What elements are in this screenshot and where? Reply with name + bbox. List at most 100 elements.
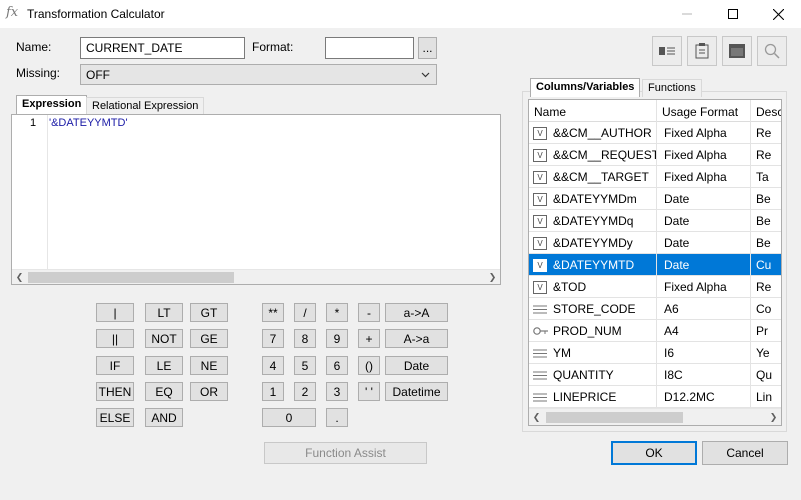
- scroll-right-icon[interactable]: ❯: [485, 270, 500, 285]
- editor-scroll-thumb[interactable]: [28, 272, 234, 283]
- key-minus[interactable]: -: [358, 303, 380, 322]
- clipboard-button[interactable]: [687, 36, 717, 66]
- scroll-left-icon[interactable]: ❮: [529, 410, 544, 425]
- maximize-button[interactable]: [710, 0, 756, 28]
- format-field[interactable]: [325, 37, 414, 59]
- key-6[interactable]: 6: [326, 356, 348, 375]
- key-decimal[interactable]: .: [326, 408, 348, 427]
- col-desc-header[interactable]: Descr: [751, 100, 781, 122]
- minimize-button[interactable]: [664, 0, 710, 28]
- function-assist-button[interactable]: Function Assist: [264, 442, 427, 464]
- table-row[interactable]: PROD_NUM A4 Pr: [529, 320, 781, 342]
- table-row[interactable]: V &&CM__AUTHOR Fixed Alpha Re: [529, 122, 781, 144]
- key-lt[interactable]: LT: [145, 303, 183, 322]
- key-bar[interactable]: |: [96, 303, 134, 322]
- col-usage-header[interactable]: Usage Format: [657, 100, 751, 122]
- col-name-header[interactable]: Name: [529, 100, 657, 122]
- columns-grid[interactable]: Name Usage Format Descr V&&CM__AUTHORFix…: [528, 99, 782, 426]
- key-gt[interactable]: GT: [190, 303, 228, 322]
- key-plus[interactable]: +: [358, 329, 380, 348]
- scroll-right-icon[interactable]: ❯: [766, 410, 781, 425]
- grid-horizontal-scrollbar[interactable]: ❮ ❯: [529, 408, 781, 425]
- table-row[interactable]: V &DATEYYMDy Date Be: [529, 232, 781, 254]
- table-row[interactable]: STORE_CODE A6 Co: [529, 298, 781, 320]
- key-double-bar[interactable]: ||: [96, 329, 134, 348]
- key-then[interactable]: THEN: [96, 382, 134, 401]
- key-quotes[interactable]: ' ': [358, 382, 380, 401]
- key-not[interactable]: NOT: [145, 329, 183, 348]
- minimize-icon: [682, 13, 692, 15]
- ok-button[interactable]: OK: [611, 441, 697, 465]
- row-usage-format: I6: [657, 342, 751, 364]
- key-or[interactable]: OR: [190, 382, 228, 401]
- key-9[interactable]: 9: [326, 329, 348, 348]
- key-divide[interactable]: /: [294, 303, 316, 322]
- row-name: &&CM__AUTHOR: [553, 126, 652, 140]
- row-name: LINEPRICE: [553, 390, 617, 404]
- row-name-cell: V &DATEYYMDq: [529, 210, 657, 232]
- name-field[interactable]: CURRENT_DATE: [80, 37, 245, 59]
- expression-editor[interactable]: 1 '&DATEYYMTD' ❮ ❯: [11, 114, 501, 285]
- grid-scroll-thumb[interactable]: [546, 412, 683, 423]
- key-ge[interactable]: GE: [190, 329, 228, 348]
- name-label: Name:: [16, 40, 52, 54]
- key-3[interactable]: 3: [326, 382, 348, 401]
- close-button[interactable]: [755, 0, 801, 28]
- key-4[interactable]: 4: [262, 356, 284, 375]
- key-upper[interactable]: a->A: [385, 303, 448, 322]
- row-name: QUANTITY: [553, 368, 614, 382]
- key-power[interactable]: **: [262, 303, 284, 322]
- key-datetime[interactable]: Datetime: [385, 382, 448, 401]
- table-row[interactable]: V &TOD Fixed Alpha Re: [529, 276, 781, 298]
- format-label: Format:: [252, 40, 294, 54]
- row-name-cell: V &&CM__REQUEST: [529, 144, 657, 166]
- key-2[interactable]: 2: [294, 382, 316, 401]
- key-parens[interactable]: (): [358, 356, 380, 375]
- row-name-cell: V &DATEYYMDm: [529, 188, 657, 210]
- missing-select[interactable]: OFF: [80, 64, 437, 85]
- key-7[interactable]: 7: [262, 329, 284, 348]
- table-row[interactable]: QUANTITY I8C Qu: [529, 364, 781, 386]
- row-usage-format: Fixed Alpha: [657, 276, 751, 298]
- title-bar: fx Transformation Calculator: [0, 0, 801, 28]
- key-if[interactable]: IF: [96, 356, 134, 375]
- key-else[interactable]: ELSE: [96, 408, 134, 427]
- table-row[interactable]: V &DATEYYMDm Date Be: [529, 188, 781, 210]
- table-row[interactable]: V &&CM__REQUEST Fixed Alpha Re: [529, 144, 781, 166]
- tab-columns-variables[interactable]: Columns/Variables: [530, 78, 641, 97]
- window-button[interactable]: [722, 36, 752, 66]
- row-description: Lin: [751, 386, 781, 408]
- key-eq[interactable]: EQ: [145, 382, 183, 401]
- key-0[interactable]: 0: [262, 408, 316, 427]
- cancel-button[interactable]: Cancel: [702, 441, 788, 465]
- table-row[interactable]: LINEPRICE D12.2MC Lin: [529, 386, 781, 408]
- key-multiply[interactable]: *: [326, 303, 348, 322]
- expression-code[interactable]: '&DATEYYMTD': [49, 117, 128, 129]
- tab-expression[interactable]: Expression: [16, 95, 88, 115]
- row-description: Ta: [751, 166, 781, 188]
- row-description: Qu: [751, 364, 781, 386]
- tab-relational-expression[interactable]: Relational Expression: [86, 97, 205, 115]
- key-and[interactable]: AND: [145, 408, 183, 427]
- key-lower[interactable]: A->a: [385, 329, 448, 348]
- table-row[interactable]: V &&CM__TARGET Fixed Alpha Ta: [529, 166, 781, 188]
- table-row[interactable]: V &DATEYYMDq Date Be: [529, 210, 781, 232]
- row-usage-format: Fixed Alpha: [657, 166, 751, 188]
- key-ne[interactable]: NE: [190, 356, 228, 375]
- key-1[interactable]: 1: [262, 382, 284, 401]
- key-date[interactable]: Date: [385, 356, 448, 375]
- key-5[interactable]: 5: [294, 356, 316, 375]
- field-list-button[interactable]: [652, 36, 682, 66]
- search-button[interactable]: [757, 36, 787, 66]
- key-le[interactable]: LE: [145, 356, 183, 375]
- row-description: Re: [751, 276, 781, 298]
- tab-functions[interactable]: Functions: [642, 79, 702, 97]
- table-row[interactable]: YM I6 Ye: [529, 342, 781, 364]
- format-browse-button[interactable]: ...: [418, 37, 437, 59]
- scroll-left-icon[interactable]: ❮: [12, 270, 27, 285]
- table-row[interactable]: V &DATEYYMTD Date Cu: [529, 254, 781, 276]
- editor-horizontal-scrollbar[interactable]: ❮ ❯: [12, 269, 500, 284]
- row-usage-format: D12.2MC: [657, 386, 751, 408]
- chevron-down-icon: [421, 72, 430, 78]
- key-8[interactable]: 8: [294, 329, 316, 348]
